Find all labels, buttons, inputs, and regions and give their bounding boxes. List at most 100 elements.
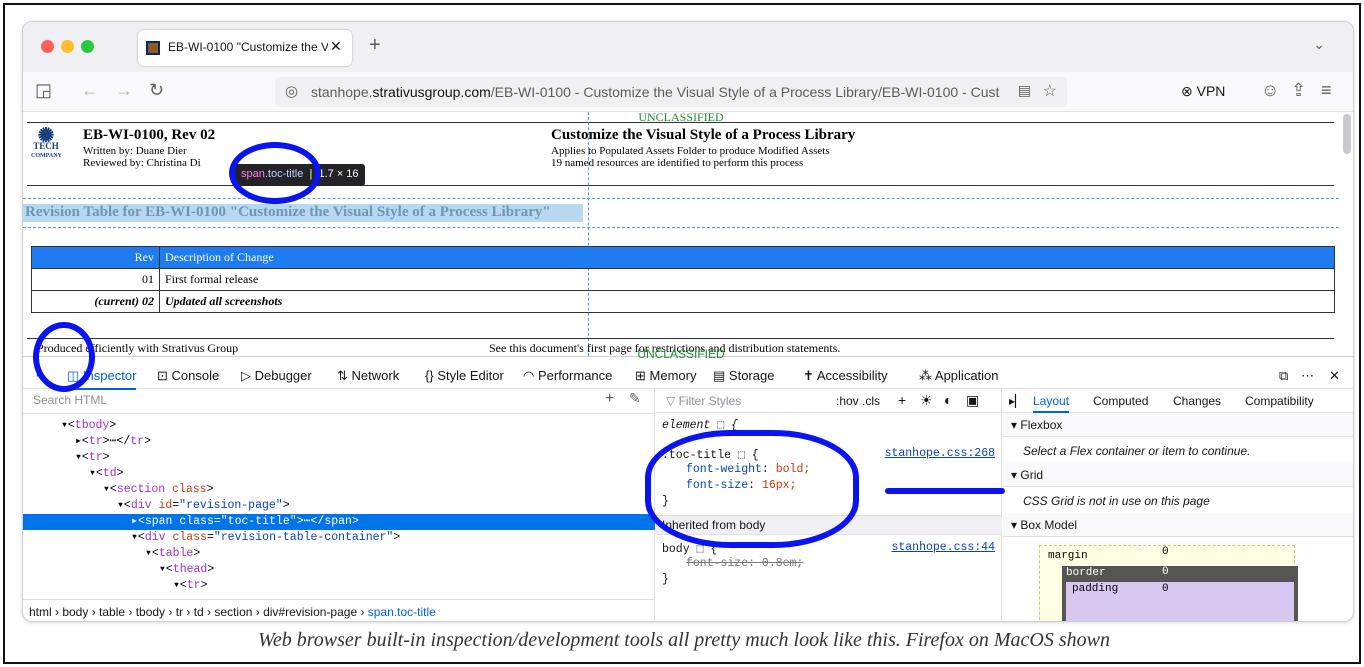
tree-node[interactable]: ▾<tbody> bbox=[23, 418, 655, 434]
box-model-diagram: margin 0 border 0 padding 0 bbox=[1039, 545, 1298, 621]
dock-icon[interactable]: ⧉ bbox=[1279, 368, 1288, 384]
border-label: border bbox=[1066, 567, 1106, 579]
table-header-row: Rev Description of Change bbox=[31, 246, 1335, 269]
breadcrumb[interactable]: html › body › table › tbody › tr › td › … bbox=[23, 599, 655, 621]
figure-caption: Web browser built-in inspection/developm… bbox=[258, 629, 1110, 651]
body-source-link[interactable]: stanhope.css:44 bbox=[891, 541, 995, 554]
company-logo: ✺ TECH COMPANY bbox=[31, 125, 62, 159]
sidebar-icon[interactable]: ◲ bbox=[35, 80, 52, 101]
tree-node[interactable]: ▾<tr> bbox=[23, 578, 655, 594]
web-page: UNCLASSIFIED ✺ TECH COMPANY EB-WI-0100, … bbox=[23, 112, 1339, 356]
table-row: 01 First formal release bbox=[31, 268, 1335, 291]
add-node-icon[interactable]: + bbox=[605, 390, 614, 408]
zoom-window-light[interactable] bbox=[81, 40, 94, 53]
tree-node[interactable]: ▾<section class> bbox=[23, 482, 655, 498]
tab-network[interactable]: ⇅ Network bbox=[337, 368, 399, 384]
favicon-icon bbox=[146, 41, 160, 55]
reload-icon[interactable]: ↻ bbox=[149, 80, 164, 101]
rule-source-link[interactable]: stanhope.css:268 bbox=[885, 447, 995, 460]
margin-value[interactable]: 0 bbox=[1162, 546, 1169, 558]
tab-compatibility[interactable]: Compatibility bbox=[1245, 394, 1314, 408]
flexbox-section[interactable]: ▾ Flexbox bbox=[1003, 413, 1353, 437]
flexbox-message: Select a Flex container or item to conti… bbox=[1023, 444, 1251, 458]
tab-computed[interactable]: Computed bbox=[1093, 394, 1148, 408]
applies-to: Applies to Populated Assets Folder to pr… bbox=[551, 145, 830, 157]
classification-banner-bottom: UNCLASSIFIED bbox=[637, 347, 725, 361]
box-model-section[interactable]: ▾ Box Model bbox=[1003, 513, 1353, 537]
tab-debugger[interactable]: ▷ Debugger bbox=[241, 368, 312, 384]
shield-icon[interactable]: ◎ bbox=[285, 82, 298, 100]
close-devtools-icon[interactable]: ✕ bbox=[1329, 368, 1340, 384]
tree-node[interactable]: ▾<div id="revision-page"> bbox=[23, 498, 655, 514]
grid-section[interactable]: ▾ Grid bbox=[1003, 463, 1353, 487]
network-icon: ⇅ bbox=[337, 368, 348, 383]
table-cell: (current) 02 bbox=[31, 290, 160, 313]
tab-application[interactable]: ⁂ Application bbox=[919, 368, 999, 384]
back-icon[interactable]: ← bbox=[81, 80, 99, 101]
add-rule-icon[interactable]: + bbox=[898, 392, 906, 408]
dark-scheme-icon[interactable]: ◐ bbox=[944, 392, 952, 408]
border-value[interactable]: 0 bbox=[1162, 566, 1169, 578]
tree-node[interactable]: ▾<thead> bbox=[23, 562, 655, 578]
logo-mark-icon: ✺ bbox=[37, 125, 55, 147]
tree-node[interactable]: ▾<div class="revision-table-container"> bbox=[23, 530, 655, 546]
revision-table: Rev Description of Change 01 First forma… bbox=[31, 246, 1335, 313]
tab-performance[interactable]: ◠ Performance bbox=[523, 368, 612, 384]
table-row: (current) 02 Updated all screenshots bbox=[31, 290, 1335, 313]
margin-label: margin bbox=[1048, 550, 1088, 562]
console-icon: ⊡ bbox=[157, 368, 168, 383]
filter-styles-input[interactable]: ▽ Filter Styles bbox=[666, 394, 741, 408]
pseudo-class-toggle[interactable]: :hov .cls bbox=[836, 394, 880, 408]
light-scheme-icon[interactable]: ☀ bbox=[920, 392, 933, 409]
padding-value[interactable]: 0 bbox=[1162, 583, 1169, 595]
menu-icon[interactable]: ≡ bbox=[1321, 80, 1332, 101]
more-options-icon[interactable]: ⋯ bbox=[1301, 368, 1314, 384]
search-html-input[interactable]: Search HTML bbox=[33, 393, 107, 407]
reader-view-icon[interactable]: ▤ bbox=[1018, 82, 1031, 99]
figure-frame: EB-WI-0100 "Customize the Vis ✕ + ⌄ ◲ ← … bbox=[3, 3, 1361, 664]
storage-icon: ▤ bbox=[713, 368, 726, 383]
padding-label: padding bbox=[1072, 583, 1119, 595]
overridden-declaration[interactable]: font-size: 0.8em; bbox=[686, 557, 803, 570]
tab-console[interactable]: ⊡ Console bbox=[157, 368, 219, 384]
new-tab-icon[interactable]: + bbox=[369, 34, 381, 57]
tab-style-editor[interactable]: {} Style Editor bbox=[425, 368, 504, 383]
vpn-button[interactable]: ⊗ VPN bbox=[1181, 83, 1225, 100]
close-tab-icon[interactable]: ✕ bbox=[330, 38, 342, 55]
tab-storage[interactable]: ▤ Storage bbox=[713, 368, 774, 384]
print-simulation-icon[interactable]: ▣ bbox=[966, 392, 979, 409]
grid-message: CSS Grid is not in use on this page bbox=[1023, 494, 1210, 508]
tree-node[interactable]: ▾<table> bbox=[23, 546, 655, 562]
eyedropper-icon[interactable]: ✎ bbox=[629, 390, 641, 407]
devtools-toolbar: ⬉ ◫ Inspector ⊡ Console ▷ Debugger ⇅ Net… bbox=[23, 365, 1353, 390]
revision-table-title[interactable]: Revision Table for EB-WI-0100 "Customize… bbox=[23, 204, 583, 222]
tab-accessibility[interactable]: ✝ Accessibility bbox=[803, 368, 888, 384]
tree-node[interactable]: ▸<tr>⋯</tr> bbox=[23, 434, 655, 450]
column-header: Description of Change bbox=[159, 246, 1335, 269]
markup-pane: Search HTML + ✎ ▾<tbody> ▸<tr>⋯</tr> ▾<t… bbox=[23, 389, 655, 621]
toggle-sidebar-icon[interactable]: ▸▏ bbox=[1009, 394, 1024, 408]
tab-changes[interactable]: Changes bbox=[1173, 394, 1221, 408]
close-window-light[interactable] bbox=[41, 40, 54, 53]
tree-node[interactable]: ▾<tr> bbox=[23, 450, 655, 466]
forward-icon[interactable]: → bbox=[115, 80, 133, 101]
page-scrollbar[interactable] bbox=[1343, 114, 1351, 154]
browser-tab[interactable]: EB-WI-0100 "Customize the Vis ✕ bbox=[138, 30, 352, 66]
tab-memory[interactable]: ⊞ Memory bbox=[635, 368, 696, 384]
url-text[interactable]: stanhope.strativusgroup.com/EB-WI-0100 -… bbox=[311, 84, 1011, 100]
annotation-circle-picker bbox=[33, 322, 95, 392]
extensions-icon[interactable]: ⇪ bbox=[1291, 80, 1306, 101]
tab-layout[interactable]: Layout bbox=[1033, 394, 1070, 413]
highlight-guide-line bbox=[588, 112, 589, 356]
account-icon[interactable]: ☺ bbox=[1261, 80, 1279, 101]
browser-window: EB-WI-0100 "Customize the Vis ✕ + ⌄ ◲ ← … bbox=[22, 21, 1354, 622]
list-all-tabs-icon[interactable]: ⌄ bbox=[1313, 36, 1325, 53]
tree-node-selected[interactable]: ▸<span class="toc-title">⋯</span> bbox=[23, 514, 655, 530]
url-bar[interactable]: ◎ stanhope.strativusgroup.com/EB-WI-0100… bbox=[275, 77, 1067, 107]
tab-title: EB-WI-0100 "Customize the Vis bbox=[168, 40, 328, 54]
application-icon: ⁂ bbox=[919, 368, 932, 383]
bookmark-star-icon[interactable]: ☆ bbox=[1043, 81, 1057, 101]
html-tree: ▾<tbody> ▸<tr>⋯</tr> ▾<tr> ▾<td> ▾<secti… bbox=[23, 413, 655, 599]
minimize-window-light[interactable] bbox=[61, 40, 74, 53]
tree-node[interactable]: ▾<td> bbox=[23, 466, 655, 482]
